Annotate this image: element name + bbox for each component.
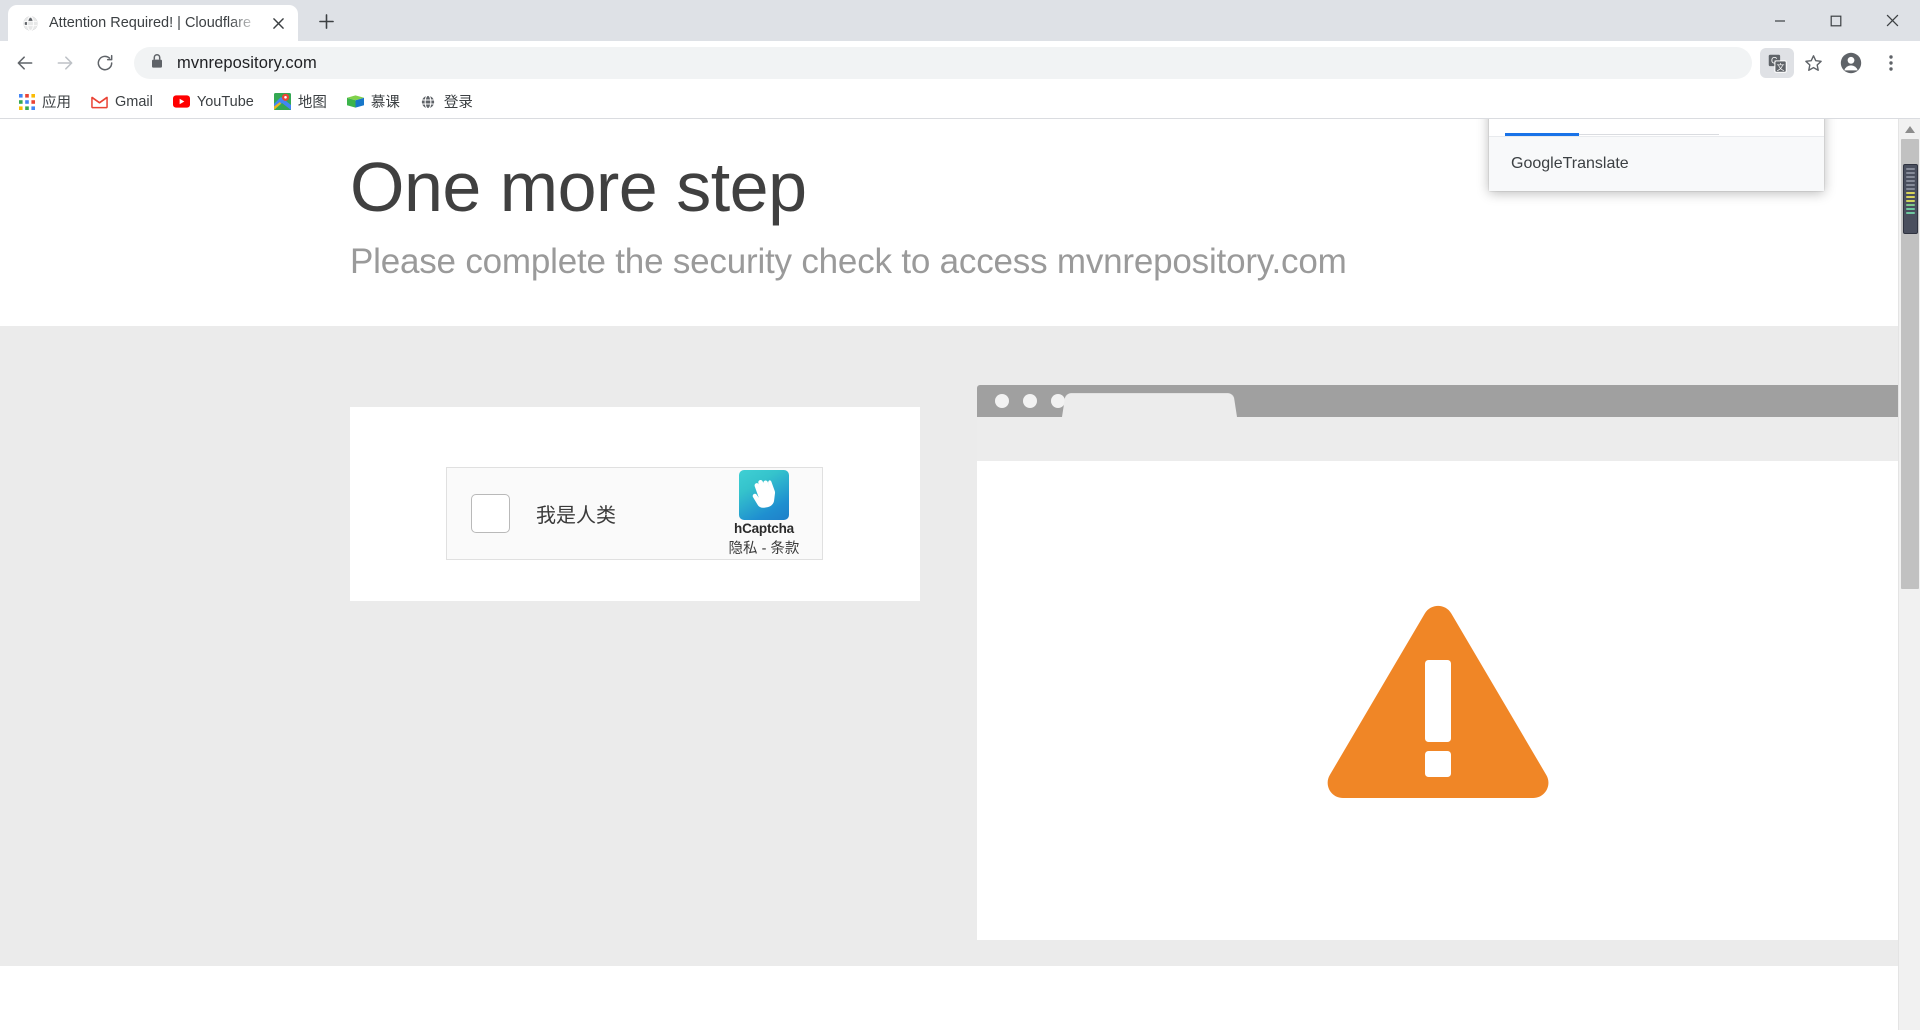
minimap-line: [1906, 168, 1915, 170]
browser-mockup-illustration: [977, 385, 1898, 940]
cloudflare-challenge-page: One more step Please complete the securi…: [0, 119, 1898, 1030]
bookmark-label: Gmail: [115, 93, 153, 110]
bookmark-maps[interactable]: 地图: [266, 87, 335, 116]
active-tab-underline: [1505, 133, 1579, 136]
minimap-line: [1906, 192, 1915, 194]
bookmark-youtube[interactable]: YouTube: [165, 89, 262, 114]
lock-icon: [150, 53, 164, 74]
hcaptcha-terms-link[interactable]: 隐私 - 条款: [720, 537, 808, 558]
gmail-icon: [91, 93, 108, 110]
minimap-line: [1906, 212, 1915, 214]
mockup-tab: [1062, 393, 1237, 417]
three-dot-menu-icon[interactable]: [1872, 44, 1910, 82]
translate-footer: Google Translate: [1489, 136, 1824, 191]
scroll-up-arrow-icon[interactable]: [1899, 119, 1920, 139]
page-scrollbar[interactable]: [1898, 119, 1920, 1030]
url-text[interactable]: mvnrepository.com: [177, 54, 1742, 73]
captcha-card: 我是人类 hCaptcha 隐私 - 条款: [350, 407, 920, 601]
google-maps-icon: [273, 93, 291, 110]
bookmark-login[interactable]: 登录: [412, 87, 481, 116]
maximize-icon[interactable]: [1808, 0, 1864, 41]
minimap-line: [1906, 176, 1915, 178]
apps-grid-icon: [18, 93, 35, 110]
mockup-dot: [995, 394, 1009, 408]
translate-brand-text: Translate: [1562, 155, 1629, 172]
mooc-book-icon: [346, 93, 364, 110]
translate-actions: [1748, 119, 1818, 126]
close-icon[interactable]: [1784, 119, 1818, 126]
forward-arrow-icon[interactable]: [46, 44, 84, 82]
new-tab-button[interactable]: [308, 3, 344, 39]
address-bar[interactable]: mvnrepository.com: [134, 47, 1752, 79]
minimap-line: [1906, 208, 1915, 210]
translate-icon[interactable]: G 文: [1760, 48, 1794, 78]
profile-avatar-icon[interactable]: [1832, 44, 1870, 82]
youtube-icon: [172, 93, 190, 110]
bookmark-gmail[interactable]: Gmail: [83, 89, 161, 114]
hcaptcha-brand-name: hCaptcha: [734, 520, 794, 536]
hcaptcha-widget[interactable]: 我是人类 hCaptcha 隐私 - 条款: [446, 467, 823, 560]
bookmark-label: 登录: [443, 95, 473, 111]
scrollbar-minimap-overlay[interactable]: [1903, 164, 1918, 234]
hcaptcha-checkbox[interactable]: [471, 494, 510, 533]
bookmark-apps[interactable]: 应用: [10, 87, 79, 116]
hcaptcha-label: 我是人类: [536, 505, 616, 527]
minimap-line: [1906, 184, 1915, 186]
tab-title: Attention Required! | Cloudflare: [49, 15, 252, 31]
three-dot-menu-icon[interactable]: [1748, 119, 1782, 126]
warning-triangle-icon: [1325, 603, 1551, 808]
window-close-icon[interactable]: [1864, 0, 1920, 41]
bookmark-label: 地图: [297, 95, 327, 111]
google-brand-text: Google: [1511, 155, 1563, 172]
bookmark-mooc[interactable]: 慕课: [339, 87, 408, 116]
window-controls: [1752, 0, 1920, 41]
bookmark-label: 慕课: [370, 95, 400, 111]
globe-icon: [420, 93, 437, 110]
minimap-line: [1906, 172, 1915, 174]
svg-text:文: 文: [1776, 61, 1784, 71]
omnibox-actions: G 文: [1760, 48, 1830, 78]
mockup-urlbar: [977, 417, 1898, 461]
close-icon[interactable]: [269, 14, 288, 33]
minimap-line: [1906, 204, 1915, 206]
star-icon[interactable]: [1796, 48, 1830, 78]
scrollbar-track[interactable]: [1899, 139, 1920, 1030]
bookmark-label: 应用: [42, 95, 71, 111]
browser-toolbar: mvnrepository.com G 文: [0, 41, 1920, 85]
translate-tabs: 英语 中文（简体）: [1489, 119, 1824, 136]
mockup-titlebar: [977, 385, 1898, 417]
minimap-line: [1906, 180, 1915, 182]
tab-strip: Attention Required! | Cloudflare: [0, 0, 1920, 41]
bookmark-label: YouTube: [196, 93, 254, 110]
hcaptcha-hand-icon: [739, 469, 789, 520]
bookmarks-bar: 应用 Gmail YouTube 地图 慕课 登录: [0, 85, 1920, 119]
inactive-tab-underline: [1579, 134, 1719, 135]
minimap-line: [1906, 196, 1915, 198]
hcaptcha-brand: hCaptcha 隐私 - 条款: [720, 469, 808, 558]
minimap-line: [1906, 188, 1915, 190]
minimap-line: [1906, 200, 1915, 202]
browser-tab[interactable]: Attention Required! | Cloudflare: [8, 5, 298, 41]
page-viewport: One more step Please complete the securi…: [0, 119, 1920, 1030]
reload-icon[interactable]: [86, 44, 124, 82]
minimize-icon[interactable]: [1752, 0, 1808, 41]
challenge-body: 我是人类 hCaptcha 隐私 - 条款: [0, 326, 1898, 966]
back-arrow-icon[interactable]: [6, 44, 44, 82]
page-subtitle: Please complete the security check to ac…: [350, 242, 1347, 282]
mockup-dot: [1023, 394, 1037, 408]
translate-bubble: 英语 中文（简体） Google Translate: [1489, 119, 1824, 191]
globe-icon: [22, 15, 39, 32]
mockup-canvas: [977, 461, 1898, 940]
